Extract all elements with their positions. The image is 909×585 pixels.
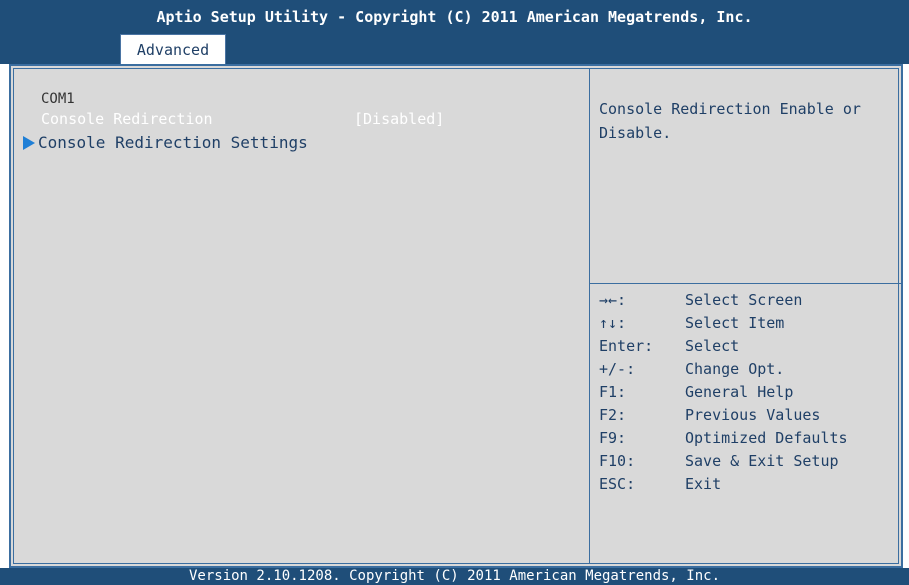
key-label: +/-:: [599, 360, 636, 378]
key-description: Optimized Defaults: [685, 429, 848, 447]
key-description: Select Screen: [685, 291, 803, 309]
key-row: ↑↓: Select Item: [599, 314, 899, 337]
key-row: +/-: Change Opt.: [599, 360, 899, 383]
submenu-console-redirection-settings[interactable]: Console Redirection Settings: [23, 133, 308, 153]
key-row: Enter: Select: [599, 337, 899, 360]
key-row: F2: Previous Values: [599, 406, 899, 429]
console-redirection-option[interactable]: Console Redirection [Disabled]: [41, 110, 561, 130]
key-label: F1:: [599, 383, 627, 401]
key-row: F9: Optimized Defaults: [599, 429, 899, 452]
help-text: Console Redirection Enable or Disable.: [599, 100, 861, 142]
submenu-arrow-icon: [23, 135, 35, 150]
key-label: ↑↓:: [599, 314, 627, 332]
option-label: Console Redirection: [41, 110, 213, 128]
key-label: Enter:: [599, 337, 654, 355]
key-row: →←: Select Screen: [599, 291, 899, 314]
option-value[interactable]: [Disabled]: [354, 110, 444, 128]
key-label: F2:: [599, 406, 627, 424]
key-description: Exit: [685, 475, 722, 493]
key-label: F9:: [599, 429, 627, 447]
key-description: Select: [685, 337, 740, 355]
inner-frame: COM1 Console Redirection [Disabled] Cons…: [13, 68, 902, 564]
submenu-label: Console Redirection Settings: [38, 133, 308, 152]
key-row: ESC: Exit: [599, 475, 899, 498]
key-description: Save & Exit Setup: [685, 452, 839, 470]
key-description: Select Item: [685, 314, 785, 332]
help-divider: [589, 283, 902, 284]
key-row: F10: Save & Exit Setup: [599, 452, 899, 475]
key-row: F1: General Help: [599, 383, 899, 406]
app-title: Aptio Setup Utility - Copyright (C) 2011…: [156, 8, 753, 26]
key-description: Change Opt.: [685, 360, 785, 378]
version-footer: Version 2.10.1208. Copyright (C) 2011 Am…: [0, 568, 909, 585]
key-description: General Help: [685, 383, 794, 401]
key-legend: →←: Select Screen ↑↓: Select Item Enter: Se…: [599, 291, 899, 498]
tab-advanced[interactable]: Advanced: [120, 34, 226, 64]
section-label-com1: COM1: [41, 91, 75, 107]
main-panel: COM1 Console Redirection [Disabled] Cons…: [9, 64, 903, 568]
vertical-divider: [589, 69, 590, 563]
key-label: ESC:: [599, 475, 636, 493]
key-label: →←:: [599, 291, 627, 309]
title-bar: Aptio Setup Utility - Copyright (C) 2011…: [0, 0, 909, 64]
key-description: Previous Values: [685, 406, 821, 424]
key-label: F10:: [599, 452, 636, 470]
